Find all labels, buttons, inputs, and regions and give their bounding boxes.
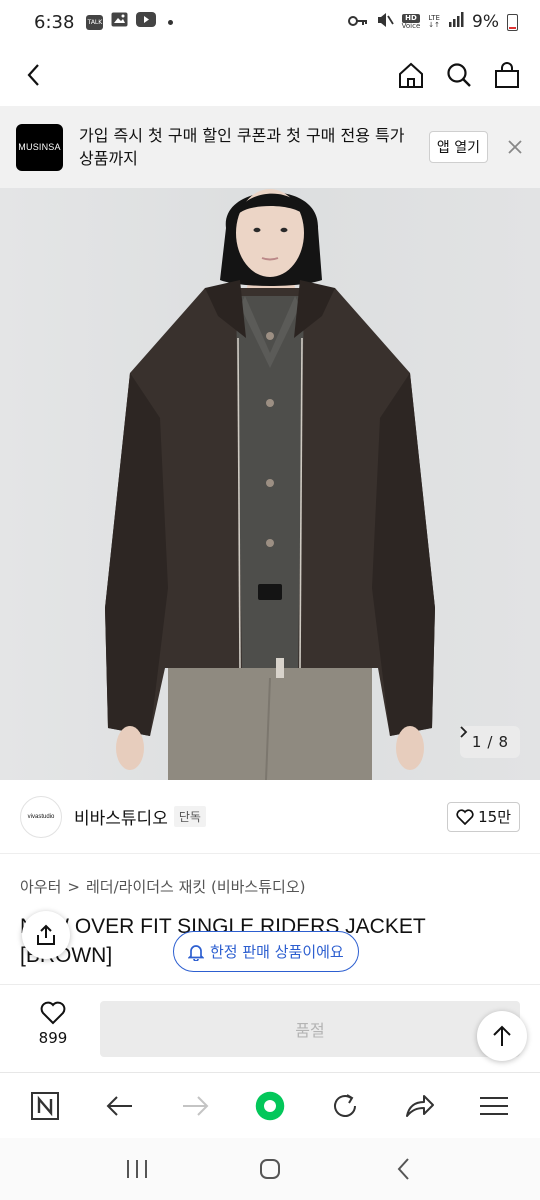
cart-button[interactable] bbox=[492, 60, 522, 90]
chevron-right-icon bbox=[460, 726, 468, 738]
arrow-right-icon bbox=[183, 1095, 209, 1116]
app-install-banner: MUSINSA 가입 즉시 첫 구매 할인 쿠폰과 첫 구매 전용 특가 상품까… bbox=[0, 106, 540, 188]
battery-percent: 9% bbox=[472, 12, 499, 32]
brand-logo[interactable]: vivastudio bbox=[20, 795, 62, 838]
wishlist-count: 899 bbox=[38, 1029, 68, 1047]
musinsa-logo: MUSINSA bbox=[16, 123, 63, 171]
home-button[interactable] bbox=[396, 60, 426, 90]
browser-forward-button[interactable] bbox=[180, 1091, 210, 1121]
image-index: 1 bbox=[471, 733, 482, 751]
refresh-icon bbox=[333, 1093, 356, 1117]
arrow-up-icon bbox=[493, 1025, 511, 1046]
browser-toolbar bbox=[0, 1072, 540, 1138]
share-page-button[interactable] bbox=[405, 1091, 435, 1121]
gallery-notification-icon bbox=[111, 12, 128, 32]
app-header bbox=[0, 44, 540, 106]
hamburger-icon bbox=[480, 1096, 509, 1115]
product-image-carousel[interactable]: 1 / 8 bbox=[0, 188, 540, 780]
brand-row: vivastudio 비바스튜디오 단독 15만 bbox=[0, 780, 540, 854]
green-dot-icon bbox=[255, 1091, 285, 1120]
brand-like-count: 15만 bbox=[478, 808, 511, 826]
mute-icon bbox=[376, 12, 394, 33]
naver-home-button[interactable] bbox=[30, 1091, 60, 1121]
green-dot-button[interactable] bbox=[255, 1091, 285, 1121]
status-time: 6:38 bbox=[34, 11, 75, 33]
promo-text: 가입 즉시 첫 구매 할인 쿠폰과 첫 구매 전용 특가 상품까지 bbox=[79, 126, 405, 168]
breadcrumb-category[interactable]: 아우터 bbox=[20, 876, 61, 897]
recent-apps-icon bbox=[126, 1160, 147, 1178]
youtube-notification-icon bbox=[136, 12, 157, 32]
back-chevron-icon bbox=[397, 1158, 410, 1180]
back-button[interactable] bbox=[18, 60, 48, 90]
home-icon bbox=[399, 62, 423, 88]
scroll-top-button[interactable] bbox=[477, 1011, 527, 1061]
limited-sale-text: 한정 판매 상품이에요 bbox=[210, 943, 344, 961]
back-nav-button[interactable] bbox=[388, 1154, 418, 1184]
wishlist-button[interactable]: 899 bbox=[28, 1001, 78, 1047]
system-navigation-bar bbox=[0, 1138, 540, 1200]
kakaotalk-notification-icon: TALK bbox=[86, 14, 104, 30]
close-icon bbox=[508, 140, 522, 154]
lte-indicator: LTE ↓↑ bbox=[428, 14, 441, 29]
open-app-button[interactable]: 앱 열기 bbox=[428, 131, 488, 163]
share-arrow-icon bbox=[405, 1094, 434, 1117]
bell-icon bbox=[188, 944, 204, 961]
battery-icon bbox=[507, 13, 518, 31]
recent-apps-button[interactable] bbox=[122, 1154, 152, 1184]
image-counter[interactable]: 1 / 8 bbox=[459, 726, 520, 758]
brand-name[interactable]: 비바스튜디오 bbox=[74, 804, 168, 829]
brand-like-button[interactable]: 15만 bbox=[447, 801, 520, 832]
breadcrumb-separator: > bbox=[67, 877, 80, 896]
search-icon bbox=[447, 63, 471, 87]
limited-sale-notice: 한정 판매 상품이에요 bbox=[173, 931, 359, 972]
breadcrumb-subcategory[interactable]: 레더/라이더스 재킷 (비바스튜디오) bbox=[86, 876, 306, 897]
signal-icon bbox=[448, 12, 464, 32]
hd-voice-indicator: HD Voice bbox=[401, 14, 421, 30]
shopping-bag-icon bbox=[495, 62, 519, 88]
key-icon bbox=[347, 12, 368, 32]
home-circle-icon bbox=[259, 1159, 280, 1179]
browser-back-button[interactable] bbox=[105, 1091, 135, 1121]
chevron-left-icon bbox=[27, 64, 39, 86]
share-button[interactable] bbox=[22, 911, 70, 959]
image-total: 8 bbox=[498, 733, 508, 751]
more-notifications-dot bbox=[168, 19, 174, 25]
share-icon bbox=[37, 924, 55, 945]
purchase-bar: 899 품절 bbox=[0, 984, 540, 1072]
image-separator: / bbox=[487, 733, 493, 751]
home-nav-button[interactable] bbox=[255, 1154, 285, 1184]
soldout-button[interactable]: 품절 bbox=[100, 1001, 520, 1057]
close-banner-button[interactable] bbox=[504, 136, 526, 158]
naver-n-icon bbox=[31, 1091, 60, 1120]
exclusive-badge: 단독 bbox=[173, 806, 206, 827]
menu-button[interactable] bbox=[479, 1091, 509, 1121]
status-bar: 6:38 TALK HD Voice LTE ↓↑ 9% bbox=[0, 0, 540, 44]
breadcrumb: 아우터 > 레더/라이더스 재킷 (비바스튜디오) bbox=[20, 876, 305, 897]
product-photo bbox=[105, 189, 435, 780]
heart-icon bbox=[40, 1001, 66, 1025]
heart-icon bbox=[456, 808, 474, 825]
search-button[interactable] bbox=[444, 60, 474, 90]
refresh-button[interactable] bbox=[330, 1091, 360, 1121]
arrow-left-icon bbox=[106, 1095, 133, 1116]
